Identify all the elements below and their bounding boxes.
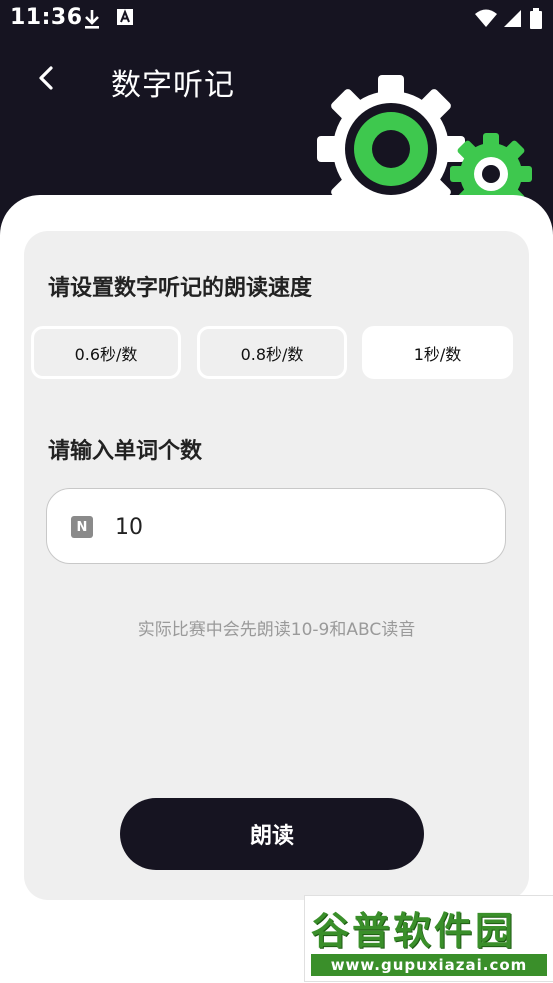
signal-icon <box>502 8 522 32</box>
hint-text: 实际比赛中会先朗读10-9和ABC读音 <box>137 620 416 640</box>
page-title: 数字听记 <box>111 68 235 103</box>
word-count-input-wrapper[interactable]: N <box>46 488 506 564</box>
font-a-icon <box>116 8 134 30</box>
status-bar: 11:36 <box>0 0 553 38</box>
speed-section-label: 请设置数字听记的朗读速度 <box>48 276 313 301</box>
status-time: 11:36 <box>10 5 83 30</box>
watermark-url: www.gupuxiazai.com <box>311 954 547 976</box>
number-icon: N <box>71 516 93 538</box>
watermark: 谷普软件园 www.gupuxiazai.com <box>304 895 553 982</box>
download-icon <box>82 8 102 34</box>
speed-option-0-6[interactable]: 0.6秒/数 <box>31 326 181 379</box>
speed-option-0-8[interactable]: 0.8秒/数 <box>197 326 347 379</box>
chevron-left-icon <box>36 65 56 95</box>
read-button[interactable]: 朗读 <box>120 798 424 870</box>
word-count-input[interactable] <box>113 507 477 547</box>
count-section-label: 请输入单词个数 <box>48 439 203 464</box>
watermark-title: 谷普软件园 <box>311 909 517 953</box>
battery-icon <box>529 8 543 34</box>
back-button[interactable] <box>28 62 64 98</box>
wifi-icon <box>474 8 498 32</box>
speed-option-1[interactable]: 1秒/数 <box>362 326 513 379</box>
